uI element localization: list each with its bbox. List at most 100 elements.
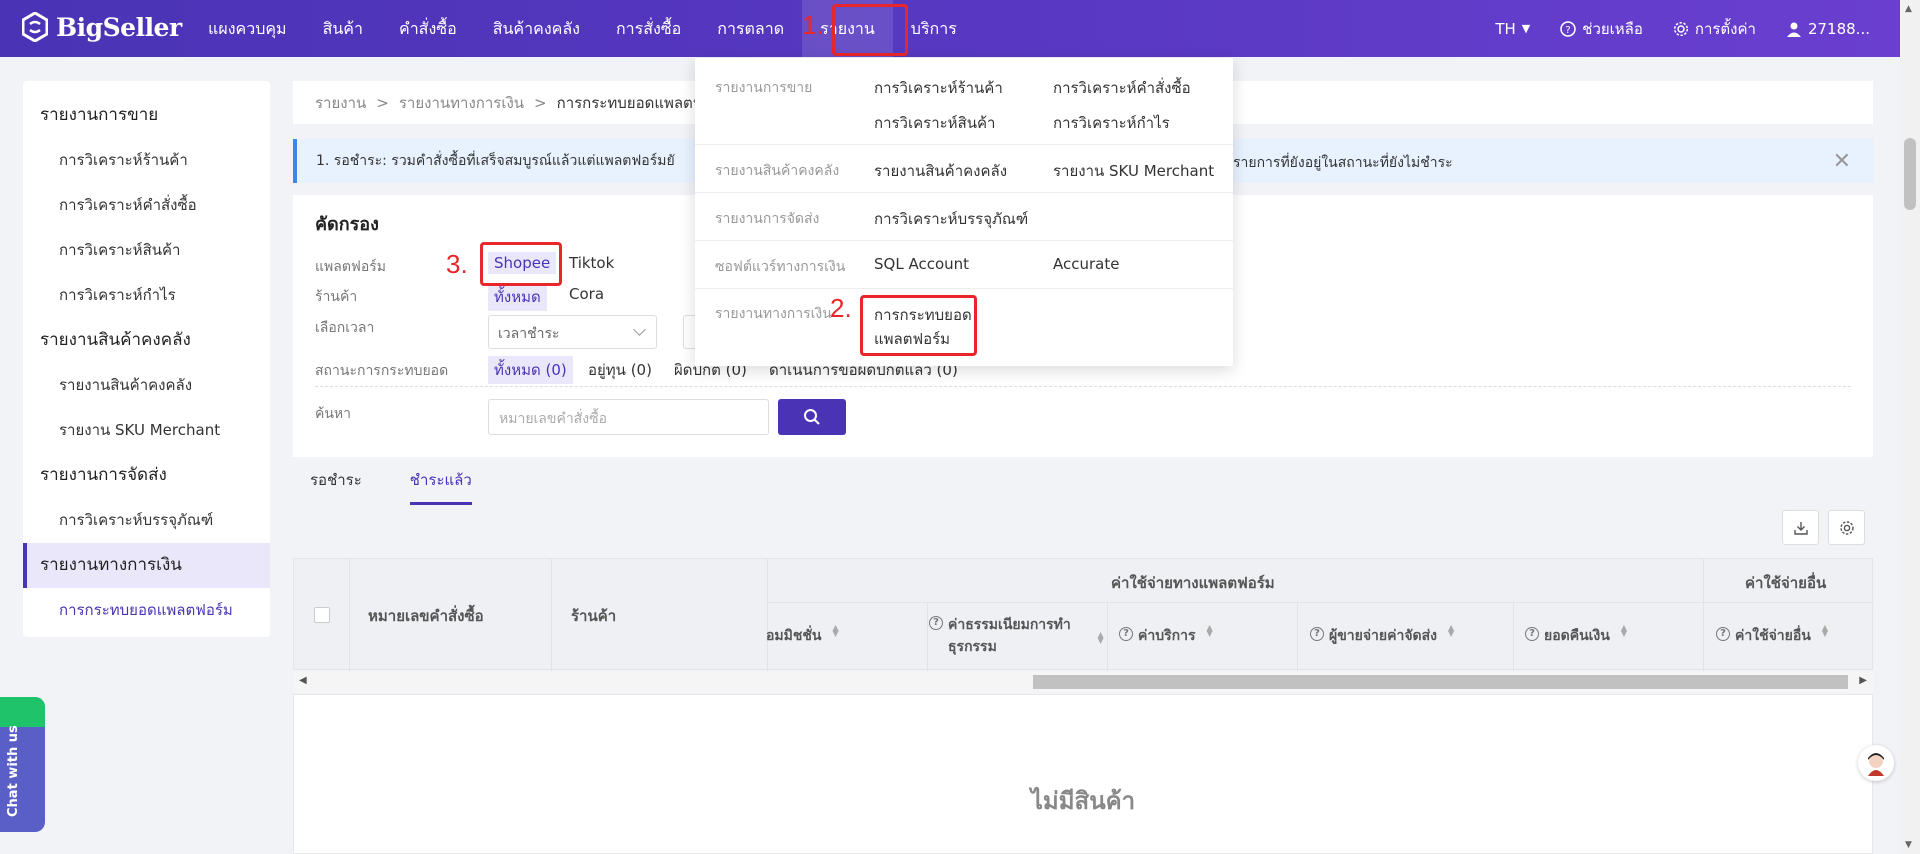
- page-scrollbar-thumb[interactable]: [1904, 138, 1916, 210]
- nav-marketing[interactable]: การตลาด: [699, 0, 802, 57]
- dropdown-product-analysis[interactable]: การวิเคราะห์สินค้า: [874, 111, 995, 135]
- scroll-down-icon[interactable]: ▼: [1905, 840, 1912, 850]
- sort-icon: ▲ ▼: [1448, 623, 1455, 638]
- annotation-number-2: 2.: [830, 293, 852, 323]
- download-icon: [1793, 521, 1808, 535]
- main-nav: แผงควบคุม สินค้า คำสั่งซื้อ สินค้าคงคลัง…: [190, 0, 975, 57]
- sidebar-item-packaging-analysis[interactable]: การวิเคราะห์บรรจุภัณฑ์: [23, 498, 270, 543]
- column-transaction-fee-label: ค่าธรรมเนียมการทำธุรกรรม: [948, 617, 1071, 655]
- dropdown-accurate[interactable]: Accurate: [1053, 255, 1119, 273]
- dropdown-store-analysis[interactable]: การวิเคราะห์ร้านค้า: [874, 76, 1003, 100]
- column-refund[interactable]: ? ยอดคืนเงิน ▲ ▼: [1525, 624, 1629, 647]
- assistant-avatar[interactable]: [1858, 745, 1894, 781]
- column-commission[interactable]: อมมิชชั่น ▲ ▼: [766, 623, 840, 647]
- brand-logo[interactable]: BigSeller: [22, 12, 182, 42]
- user-label: 27188...: [1807, 19, 1870, 38]
- sidebar-item-platform-reconciliation[interactable]: การกระทบยอดแพลตฟอร์ม: [23, 588, 270, 633]
- close-icon[interactable]: ✕: [1833, 149, 1851, 174]
- breadcrumb-separator: >: [534, 93, 547, 112]
- sidebar-item-sku-merchant[interactable]: รายงาน SKU Merchant: [23, 408, 270, 453]
- column-settings-button[interactable]: [1828, 510, 1865, 545]
- store-label: ร้านค้า: [315, 289, 358, 305]
- notice-text: 1. รอชำระ: รวมคำสั่งซื้อที่เสร็จสมบูรณ์แ…: [316, 153, 675, 169]
- store-cora[interactable]: Cora: [563, 283, 610, 305]
- dropdown-order-analysis[interactable]: การวิเคราะห์คำสั่งซื้อ: [1053, 76, 1191, 100]
- scroll-left-icon[interactable]: ◀: [299, 675, 307, 686]
- sidebar-item-store-analysis[interactable]: การวิเคราะห์ร้านค้า: [23, 138, 270, 183]
- divider: [315, 386, 1851, 387]
- page-scrollbar[interactable]: ▲ ▼: [1900, 0, 1920, 854]
- platform-label: แพลตฟอร์ม: [315, 259, 386, 275]
- column-group-other-fees: ค่าใช้จ่ายอื่น: [1745, 574, 1827, 592]
- sidebar-group-shipping: รายงานการจัดส่ง: [40, 465, 167, 485]
- column-transaction-fee[interactable]: ? ค่าธรรมเนียมการทำธุรกรรม ▲ ▼: [929, 614, 1104, 658]
- scrollbar-thumb[interactable]: [1033, 675, 1848, 689]
- export-button[interactable]: [1782, 510, 1819, 545]
- status-all[interactable]: ทั้งหมด (0): [488, 356, 573, 384]
- column-other-fee[interactable]: ? ค่าใช้จ่ายอื่น ▲ ▼: [1716, 623, 1830, 647]
- breadcrumb-reports[interactable]: รายงาน: [315, 91, 366, 115]
- question-icon: ?: [1310, 627, 1324, 641]
- scroll-up-icon[interactable]: ▲: [1905, 4, 1912, 14]
- table-horizontal-scrollbar[interactable]: ◀ ▶: [293, 672, 1873, 692]
- language-select[interactable]: TH ▼: [1495, 20, 1530, 38]
- status-pending[interactable]: อยู่ทุน (0): [582, 356, 658, 384]
- column-commission-label: อมมิชชั่น: [766, 628, 822, 644]
- annotation-number-1: 1.: [802, 10, 824, 40]
- report-sidebar: รายงานการขาย การวิเคราะห์ร้านค้า การวิเค…: [23, 81, 270, 637]
- column-store: ร้านค้า: [571, 607, 617, 625]
- search-input[interactable]: หมายเลขคำสั่งซื้อ: [488, 399, 769, 435]
- top-nav: BigSeller แผงควบคุม สินค้า คำสั่งซื้อ สิ…: [0, 0, 1900, 57]
- reconciliation-table-header: หมายเลขคำสั่งซื้อ ร้านค้า ค่าใช้จ่ายทางแ…: [293, 558, 1874, 671]
- tab-unpaid[interactable]: รอชำระ: [310, 468, 362, 505]
- dropdown-platform-reconciliation[interactable]: การกระทบยอด แพลตฟอร์ม: [874, 303, 972, 351]
- column-other-fee-label: ค่าใช้จ่ายอื่น: [1735, 628, 1811, 644]
- sort-icon: ▲ ▼: [1821, 623, 1828, 638]
- chat-with-us-tab[interactable]: Chat with us: [0, 697, 45, 832]
- dropdown-packaging-analysis[interactable]: การวิเคราะห์บรรจุภัณฑ์: [874, 207, 1028, 231]
- platform-tiktok[interactable]: Tiktok: [563, 252, 620, 274]
- nav-purchase[interactable]: การสั่งซื้อ: [598, 0, 699, 57]
- time-type-select[interactable]: เวลาชำระ: [488, 315, 657, 349]
- column-seller-shipping[interactable]: ? ผู้ขายจ่ายค่าจัดส่ง ▲ ▼: [1310, 623, 1456, 647]
- settings-label: การตั้งค่า: [1694, 19, 1756, 38]
- dropdown-profit-analysis[interactable]: การวิเคราะห์กำไร: [1053, 111, 1170, 135]
- empty-state-text: ไม่มีสินค้า: [1030, 787, 1136, 815]
- select-all-checkbox[interactable]: [314, 607, 330, 623]
- column-service-fee[interactable]: ? ค่าบริการ ▲ ▼: [1119, 624, 1215, 647]
- sort-icon: ▲ ▼: [832, 623, 839, 638]
- dropdown-platform-reconciliation-line1: การกระทบยอด: [874, 306, 972, 324]
- breadcrumb-finance[interactable]: รายงานทางการเงิน: [399, 91, 524, 115]
- annotation-number-3: 3.: [446, 249, 468, 279]
- nav-products[interactable]: สินค้า: [305, 0, 381, 57]
- settings-link[interactable]: การตั้งค่า: [1673, 17, 1756, 41]
- user-menu[interactable]: 27188...: [1786, 20, 1870, 38]
- platform-shopee[interactable]: Shopee: [488, 252, 557, 274]
- notice-text-right: รายการที่ยังอยู่ในสถานะที่ยังไม่ชำระ: [1233, 155, 1453, 171]
- nav-inventory[interactable]: สินค้าคงคลัง: [475, 0, 598, 57]
- nav-orders[interactable]: คำสั่งซื้อ: [381, 0, 475, 57]
- question-icon: ?: [1716, 627, 1730, 641]
- sidebar-item-profit-analysis[interactable]: การวิเคราะห์กำไร: [23, 273, 270, 318]
- breadcrumb-separator: >: [376, 93, 389, 112]
- chevron-down-icon: [633, 323, 646, 336]
- dropdown-inventory-report[interactable]: รายงานสินค้าคงคลัง: [874, 159, 1007, 183]
- chat-label: Chat with us: [6, 725, 21, 817]
- time-type-value: เวลาชำระ: [498, 326, 560, 342]
- search-button[interactable]: [778, 399, 846, 435]
- user-icon: [1786, 22, 1801, 37]
- sidebar-item-inventory-report[interactable]: รายงานสินค้าคงคลัง: [23, 363, 270, 408]
- nav-services[interactable]: บริการ: [893, 0, 975, 57]
- help-link[interactable]: ? ช่วยเหลือ: [1560, 17, 1643, 41]
- tab-paid[interactable]: ชำระแล้ว: [409, 468, 472, 505]
- dropdown-sql-account[interactable]: SQL Account: [874, 255, 969, 273]
- store-all[interactable]: ทั้งหมด: [488, 283, 547, 311]
- brand-name: BigSeller: [56, 12, 182, 42]
- nav-dashboard[interactable]: แผงควบคุม: [190, 0, 305, 57]
- reports-dropdown-menu: รายงานการขาย การวิเคราะห์ร้านค้า การวิเค…: [695, 58, 1233, 366]
- sidebar-item-order-analysis[interactable]: การวิเคราะห์คำสั่งซื้อ: [23, 183, 270, 228]
- dropdown-sku-merchant[interactable]: รายงาน SKU Merchant: [1053, 159, 1214, 183]
- sidebar-item-product-analysis[interactable]: การวิเคราะห์สินค้า: [23, 228, 270, 273]
- table-body-empty: ไม่มีสินค้า: [293, 694, 1873, 854]
- scroll-right-icon[interactable]: ▶: [1859, 675, 1867, 686]
